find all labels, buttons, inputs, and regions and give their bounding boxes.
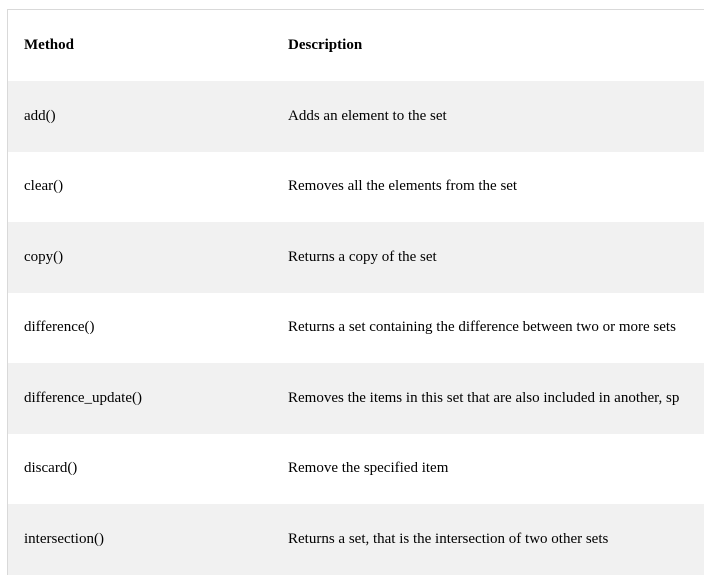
description-cell: Returns a set containing the difference … bbox=[288, 319, 676, 336]
table-row: difference_update() Removes the items in… bbox=[8, 363, 704, 434]
description-cell: Returns a set, that is the intersection … bbox=[288, 530, 609, 547]
method-cell: add() bbox=[24, 107, 56, 124]
description-cell: Adds an element to the set bbox=[288, 107, 447, 124]
method-cell: difference() bbox=[24, 319, 95, 336]
table-row: difference() Returns a set containing th… bbox=[8, 293, 704, 364]
description-cell: Removes all the elements from the set bbox=[288, 178, 518, 195]
description-cell: Remove the specified item bbox=[288, 460, 449, 477]
method-cell: intersection() bbox=[24, 530, 104, 547]
method-cell: clear() bbox=[24, 178, 64, 195]
table-row: clear() Removes all the elements from th… bbox=[8, 152, 704, 223]
header-description: Description bbox=[288, 37, 363, 53]
method-cell: copy() bbox=[24, 248, 64, 265]
description-cell: Returns a copy of the set bbox=[288, 248, 437, 265]
header-method: Method bbox=[24, 37, 74, 53]
table-row: discard() Remove the specified item bbox=[8, 434, 704, 505]
table-row: copy() Returns a copy of the set bbox=[8, 222, 704, 293]
table-header-row: Method Description bbox=[8, 10, 704, 81]
method-cell: difference_update() bbox=[24, 389, 142, 406]
method-cell: discard() bbox=[24, 460, 78, 477]
methods-table: Method Description add() Adds an element… bbox=[7, 9, 704, 575]
description-cell: Removes the items in this set that are a… bbox=[288, 389, 680, 406]
table-row: intersection() Returns a set, that is th… bbox=[8, 504, 704, 575]
table-row: add() Adds an element to the set bbox=[8, 81, 704, 152]
